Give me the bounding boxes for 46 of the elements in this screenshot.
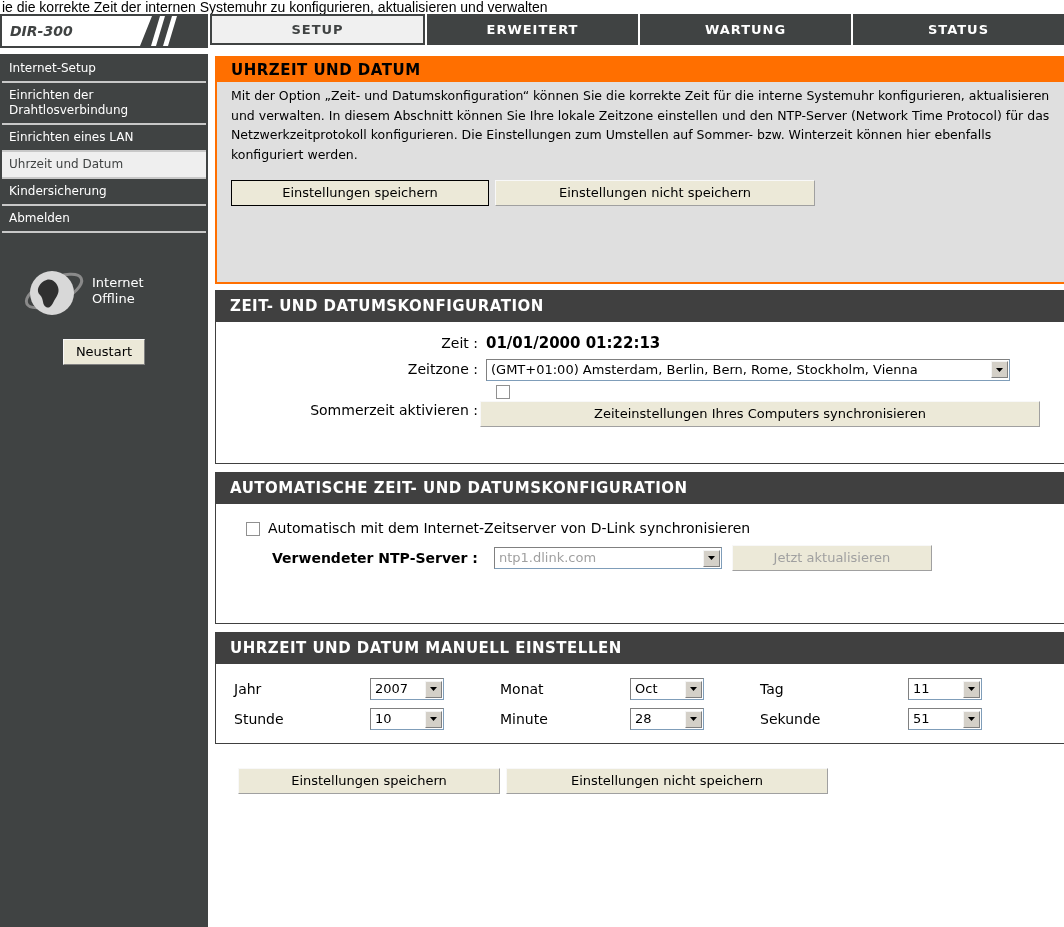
field-label: Verwendeter NTP-Server : [272,548,478,568]
form-button[interactable]: Einstellungen nicht speichern [495,180,815,206]
sidebar-item[interactable]: Abmelden [2,206,206,233]
nav-tab[interactable]: WARTUNG [640,14,851,45]
timezone-dropdown[interactable]: (GMT+01:00) Amsterdam, Berlin, Bern, Rome, Stockholm, Vienna [486,358,1010,381]
nav-tab[interactable]: SETUP [210,14,425,45]
value-dropdown[interactable]: 10 [370,708,444,730]
value-dropdown[interactable]: 11 [908,678,982,700]
sidebar-item[interactable]: Kindersicherung [2,179,206,206]
section-header: UHRZEIT UND DATUM [217,58,1064,82]
status-text: Internet [92,275,144,291]
field-label: Jahr [234,679,263,699]
section-header: AUTOMATISCHE ZEIT- UND DATUMSKONFIGURATION [216,473,1064,504]
intro-text: Mit der Option „Zeit- und Datumskonfiguration“ können Sie die korrekte Zeit für die interne Systemuhr konfigurieren, aktualisieren und verwalten. In diesem Abschnitt können Sie Ihre lokale Zeitzone einstellen und den NTP-Server (Network Time Protocol) für das Netzwerkzeitprotokoll konfigurieren. Die Einstellungen zum Umstellen auf Sommer- bzw. Winterzeit können hier ebenfalls konfiguriert werden. [230,87,1051,164]
form-button[interactable]: Einstellungen speichern [231,180,489,206]
form-button[interactable]: Einstellungen speichern [238,768,500,794]
field-label: Sekunde [760,709,822,729]
sidebar-item[interactable]: Internet-Setup [2,56,206,83]
slash-lines-icon [150,16,180,46]
field-label: Stunde [234,709,285,729]
nav-tab[interactable]: ERWEITERT [427,14,638,45]
form-button[interactable]: Zeiteinstellungen Ihres Computers synchronisieren [480,400,1040,427]
checkbox[interactable] [246,521,260,536]
value-dropdown[interactable]: Oct [630,678,704,700]
value-dropdown[interactable]: 28 [630,708,704,730]
field-label: Minute [500,709,549,729]
value-dropdown[interactable]: 2007 [370,678,444,700]
field-label: Sommerzeit aktivieren : [309,401,478,420]
value-dropdown[interactable]: 51 [908,708,982,730]
field-label: Zeit : [440,333,478,353]
form-button[interactable]: Einstellungen nicht speichern [506,768,828,794]
checkbox[interactable] [496,384,510,399]
caption-text: ie die korrekte Zeit der internen Systemuhr zu konfigurieren, aktualisieren und verwalten [1,0,548,14]
checkbox-label: Automatisch mit dem Internet-Zeitserver von D-Link synchronisieren [268,519,751,538]
restart-button[interactable]: Neustart [62,339,146,365]
sidebar-item[interactable]: Einrichten der Drahtlosverbindung [2,83,206,125]
section-header: ZEIT- UND DATUMSKONFIGURATION [216,291,1064,322]
sidebar-item[interactable]: Uhrzeit und Datum [2,152,206,179]
status-text: Offline [92,291,136,307]
field-label: Tag [760,679,785,699]
time-value: 01/01/2000 01:22:13 [486,333,662,354]
field-label: Monat [500,679,545,699]
logo: DIR-300 [2,16,152,46]
field-label: Zeitzone : [406,360,478,379]
section-header: UHRZEIT UND DATUM MANUELL EINSTELLEN [216,633,1064,664]
nav-tab[interactable]: STATUS [853,14,1064,45]
